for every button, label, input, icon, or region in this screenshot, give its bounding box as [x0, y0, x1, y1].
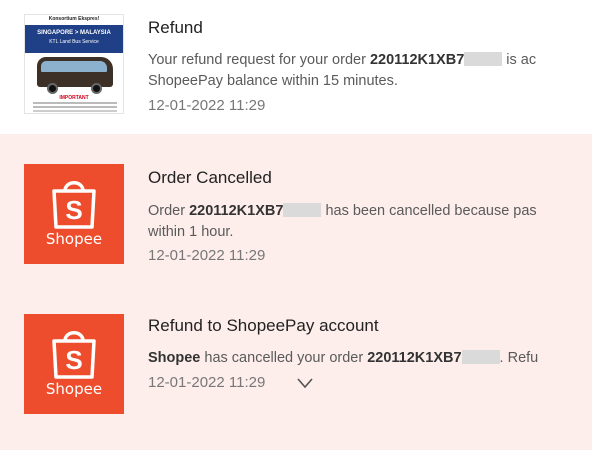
bus-wheel [91, 83, 102, 94]
thumbnail-notice: IMPORTANT [59, 95, 89, 101]
bus-wheel [47, 83, 58, 94]
notification-title: Order Cancelled [148, 168, 272, 187]
notification-title: Refund [148, 18, 203, 37]
sender-name: Shopee [148, 350, 201, 366]
redacted-text [283, 203, 322, 217]
shopee-logo: S Shopee [24, 314, 124, 414]
bus-window [41, 61, 107, 72]
thumbnail-route: SINGAPORE > MALAYSIA [37, 30, 111, 36]
message-text: Your refund request for your order [148, 52, 370, 68]
bus-ticket-thumbnail: Konsortium Ekspres! SINGAPORE > MALAYSIA… [24, 14, 124, 114]
notification-message: Shopee has cancelled your order 220112K1… [148, 348, 538, 369]
redacted-text [461, 350, 500, 364]
message-text: has been cancelled because pas [321, 203, 537, 219]
svg-text:S: S [65, 345, 82, 375]
chevron-down-icon[interactable] [296, 376, 314, 390]
notification-refund[interactable]: Konsortium Ekspres! SINGAPORE > MALAYSIA… [0, 0, 592, 134]
message-text: Order [148, 203, 190, 219]
redacted-text [464, 52, 503, 66]
shopee-logo: S Shopee [24, 164, 124, 264]
order-id: 220112K1XB7 [189, 203, 284, 219]
svg-text:S: S [65, 195, 82, 225]
message-text: ShopeePay balance within 15 minutes. [148, 73, 398, 89]
notification-timestamp: 12-01-2022 11:29 [148, 97, 266, 114]
notification-message: Your refund request for your order 22011… [148, 50, 536, 92]
notification-timestamp: 12-01-2022 11:29 [148, 374, 266, 391]
message-text: is ac [502, 52, 537, 68]
shopee-logo-text: Shopee [45, 230, 103, 248]
shopping-bag-icon: S [52, 181, 96, 229]
notification-refund-shopeepay[interactable]: S Shopee Refund to ShopeePay account Sho… [0, 294, 592, 450]
notification-message: Order 220112K1XB7 has been cancelled bec… [148, 201, 537, 243]
thumbnail-top-text: Konsortium Ekspres! [48, 16, 100, 22]
message-text: has cancelled your order [200, 350, 368, 366]
order-id: 220112K1XB7 [367, 350, 462, 366]
notification-timestamp: 12-01-2022 11:29 [148, 247, 266, 264]
notification-title: Refund to ShopeePay account [148, 316, 379, 335]
shopee-logo-text: Shopee [45, 380, 103, 398]
thumbnail-fine-print [33, 102, 117, 104]
thumbnail-service: KTL Land Bus Service [49, 39, 99, 45]
thumbnail-banner: SINGAPORE > MALAYSIA KTL Land Bus Servic… [25, 25, 123, 53]
message-text: within 1 hour. [148, 224, 234, 240]
order-id: 220112K1XB7 [369, 52, 465, 68]
notification-order-cancelled[interactable]: S Shopee Order Cancelled Order 220112K1X… [0, 134, 592, 294]
shopping-bag-icon: S [52, 331, 96, 379]
message-text: . Refu [499, 350, 539, 366]
